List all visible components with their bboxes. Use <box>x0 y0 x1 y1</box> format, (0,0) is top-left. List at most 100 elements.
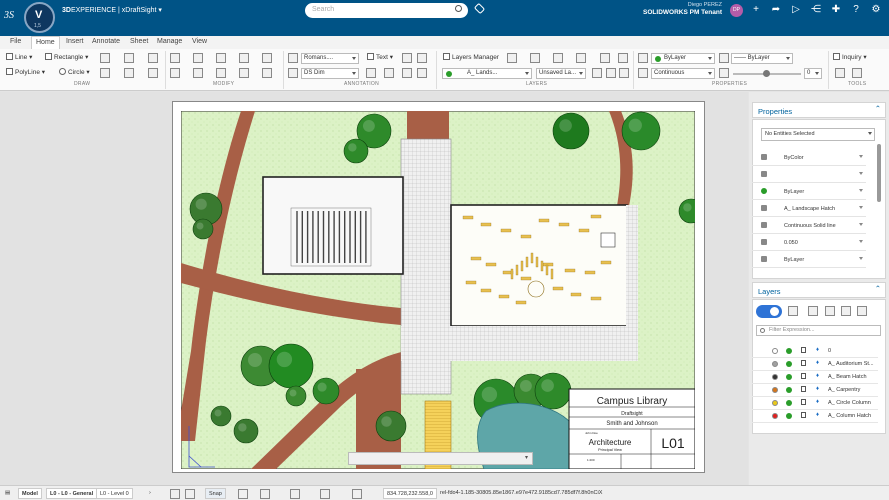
print-icon[interactable]: ♦ <box>816 347 819 353</box>
tab-model[interactable]: Model <box>18 488 42 499</box>
inquiry-button[interactable]: Inquiry ▾ <box>832 53 867 64</box>
property-row[interactable]: A_ Landscape Hatch <box>752 201 866 217</box>
property-row[interactable] <box>752 167 866 183</box>
print-icon[interactable]: ♦ <box>816 412 819 418</box>
help-icon[interactable]: ? <box>850 4 862 16</box>
layer-on-icon[interactable] <box>786 387 792 393</box>
lock-icon[interactable] <box>801 412 806 418</box>
set-current-layer-icon[interactable] <box>825 306 835 316</box>
current-layer-select[interactable]: A_ Lands... <box>442 68 532 79</box>
lock-icon[interactable] <box>801 347 806 353</box>
color-select[interactable]: ByLayer <box>651 53 715 64</box>
layer-walk-icon[interactable] <box>619 68 629 78</box>
selection-select[interactable]: No Entities Selected <box>761 128 875 141</box>
transparency-value[interactable]: 0 <box>804 68 822 79</box>
select-icon[interactable] <box>852 68 862 78</box>
polyline-button[interactable]: PolyLine ▾ <box>5 68 45 79</box>
rotate-icon[interactable] <box>216 53 226 63</box>
layer-save-icon[interactable] <box>592 68 602 78</box>
mirror-icon[interactable] <box>170 68 180 78</box>
tab-home[interactable]: Home <box>31 36 60 49</box>
search-icon[interactable] <box>455 5 462 12</box>
measure-icon[interactable] <box>835 68 845 78</box>
print-icon[interactable]: ♦ <box>816 373 819 379</box>
search-input[interactable]: Search <box>305 3 468 18</box>
settings-icon[interactable]: ⚙ <box>870 4 882 16</box>
property-row[interactable]: ByColor <box>752 150 866 166</box>
tab-insert[interactable]: Insert <box>66 38 84 45</box>
trim-icon[interactable] <box>239 68 249 78</box>
tab-file[interactable]: File <box>10 38 21 45</box>
explode-icon[interactable] <box>262 68 272 78</box>
collapse-icon[interactable]: ⌃ <box>875 104 881 113</box>
layer-on-icon[interactable] <box>786 348 792 354</box>
layer-isolate-icon[interactable] <box>553 53 563 63</box>
hatch-icon[interactable] <box>124 53 134 63</box>
layer-current-radio[interactable] <box>772 400 778 406</box>
dim-style-select[interactable]: DS Dim <box>301 68 359 79</box>
layer-states-icon[interactable] <box>841 306 851 316</box>
chevron-down-icon[interactable] <box>859 189 863 194</box>
chevron-down-icon[interactable] <box>859 240 863 245</box>
tools-icon[interactable]: ✚ <box>830 4 842 16</box>
chevron-down-icon[interactable] <box>859 223 863 228</box>
layer-match-icon[interactable] <box>600 53 610 63</box>
layer-on-icon[interactable] <box>786 413 792 419</box>
linetype-select[interactable]: —— ByLayer <box>731 53 793 64</box>
layer-on-icon[interactable] <box>786 361 792 367</box>
property-row[interactable]: ByLayer <box>752 184 866 200</box>
layers-manager-button[interactable]: Layers Manager <box>442 53 499 64</box>
share-icon[interactable]: ➦ <box>770 4 782 16</box>
layer-state-icon[interactable] <box>507 53 517 63</box>
lock-icon[interactable] <box>801 399 806 405</box>
layer-settings-icon[interactable] <box>857 306 867 316</box>
layer-row[interactable]: ♦ A_ Column Hatch <box>752 410 878 423</box>
layer-on-icon[interactable] <box>786 400 792 406</box>
text-style-select[interactable]: Romans.... <box>301 53 359 64</box>
dimension-angular-icon[interactable] <box>384 68 394 78</box>
properties-brush-icon[interactable] <box>262 53 272 63</box>
command-dropdown-icon[interactable]: ▾ <box>525 454 528 461</box>
grid-icon[interactable] <box>238 489 248 499</box>
leader-icon[interactable] <box>402 53 412 63</box>
properties-header[interactable]: Properties ⌃ <box>752 102 886 118</box>
layer-on-icon[interactable] <box>786 374 792 380</box>
ortho-icon[interactable] <box>260 489 270 499</box>
arc-icon[interactable] <box>100 53 110 63</box>
layer-restore-icon[interactable] <box>606 68 616 78</box>
point-icon[interactable] <box>148 53 158 63</box>
more-tabs-icon[interactable]: › <box>146 488 154 499</box>
dimension-icon[interactable] <box>366 68 376 78</box>
lock-icon[interactable] <box>801 360 806 366</box>
layers-header[interactable]: Layers ⌃ <box>752 282 886 298</box>
app-title[interactable]: 3DEXPERIENCE | xDraftSight ▾ <box>62 6 162 14</box>
property-row[interactable]: ByLayer <box>752 252 866 268</box>
pattern-icon[interactable] <box>193 68 203 78</box>
layout-add-icon[interactable] <box>170 489 180 499</box>
tab-layout-level0[interactable]: L0 - Level 0 <box>96 488 133 499</box>
move-icon[interactable] <box>193 53 203 63</box>
scale-icon[interactable] <box>216 68 226 78</box>
transparency-slider[interactable] <box>733 70 801 77</box>
rectangle-button[interactable]: Rectangle ▾ <box>44 53 88 64</box>
erase-icon[interactable] <box>239 53 249 63</box>
chevron-down-icon[interactable] <box>859 257 863 262</box>
layer-current-radio[interactable] <box>772 361 778 367</box>
play-icon[interactable]: ▷ <box>790 4 802 16</box>
command-line[interactable]: ▾ <box>348 452 533 465</box>
layer-row[interactable]: ♦ A_ Beam Hatch <box>752 371 878 384</box>
markup-icon[interactable] <box>417 68 427 78</box>
chevron-down-icon[interactable] <box>859 155 863 160</box>
region-icon[interactable] <box>148 68 158 78</box>
circle-button[interactable]: Circle ▾ <box>58 68 90 79</box>
compass-icon[interactable]: V 1,5 <box>24 2 55 33</box>
ellipse-icon[interactable] <box>124 68 134 78</box>
user-info[interactable]: Diego PEREZ SOLIDWORKS PM Tenant <box>600 2 722 16</box>
lock-icon[interactable] <box>801 386 806 392</box>
spline-icon[interactable] <box>100 68 110 78</box>
layer-current-radio[interactable] <box>772 374 778 380</box>
status-menu-icon[interactable]: ▤ <box>2 488 13 499</box>
chevron-down-icon[interactable] <box>859 172 863 177</box>
layer-check-icon[interactable] <box>618 53 628 63</box>
text-button[interactable]: Text ▾ <box>366 53 393 64</box>
